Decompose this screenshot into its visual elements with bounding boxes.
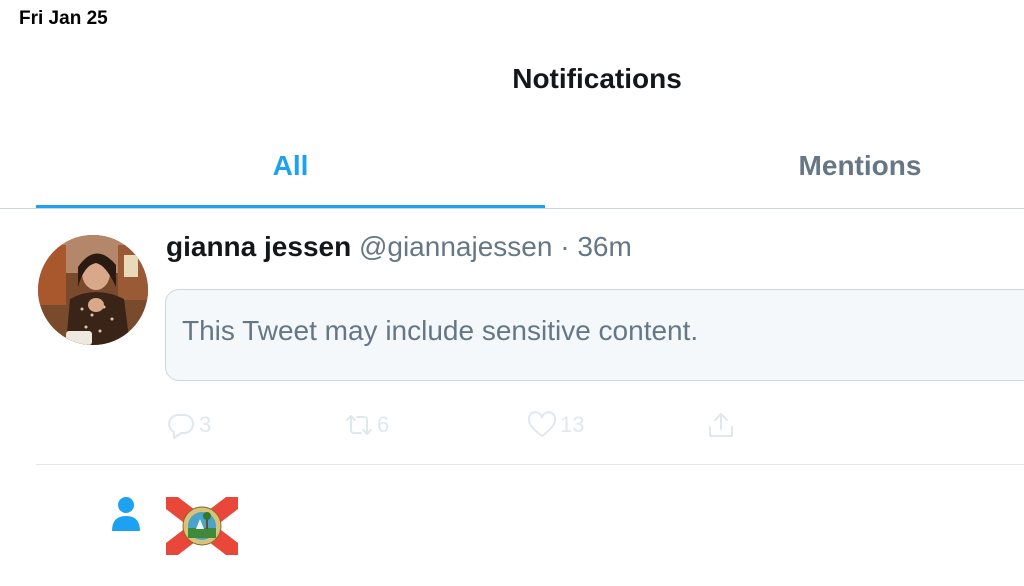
tweet-actions: 3 6 13: [0, 405, 1024, 445]
person-icon: [112, 497, 140, 531]
tweet-header: gianna jessen @giannajessen · 36m: [166, 231, 632, 263]
like-count: 13: [560, 412, 585, 437]
share-button[interactable]: [706, 405, 736, 445]
heart-icon: [527, 411, 557, 437]
avatar[interactable]: [38, 235, 148, 345]
sensitive-content-notice[interactable]: This Tweet may include sensitive content…: [165, 289, 1024, 381]
tweet-notification[interactable]: gianna jessen @giannajessen · 36m This T…: [0, 209, 1024, 465]
florida-flag-seal-avatar[interactable]: [166, 497, 238, 555]
status-bar-date: Fri Jan 25: [19, 8, 108, 29]
retweet-count: 6: [377, 412, 390, 437]
page-title: Notifications: [512, 63, 682, 94]
tab-bar: All Mentions: [36, 140, 1024, 209]
reply-button[interactable]: 3: [166, 405, 211, 445]
share-icon: [709, 413, 733, 437]
like-button[interactable]: 13: [527, 405, 584, 445]
tweet-timestamp: 36m: [577, 231, 632, 262]
retweet-button[interactable]: 6: [344, 405, 389, 445]
tweet-separator: ·: [560, 231, 570, 262]
tab-all[interactable]: All: [36, 140, 545, 209]
tweet-author-name[interactable]: gianna jessen: [166, 231, 351, 262]
tab-all-label: All: [272, 150, 309, 181]
avatar-photo: [38, 235, 148, 345]
follow-notification[interactable]: [0, 465, 1024, 586]
sensitive-content-text: This Tweet may include sensitive content…: [182, 315, 699, 346]
tab-mentions-label: Mentions: [798, 150, 922, 181]
reply-icon: [168, 414, 194, 439]
reply-count: 3: [199, 412, 212, 437]
tab-mentions[interactable]: Mentions: [545, 140, 1024, 209]
tweet-author-handle[interactable]: @giannajessen: [359, 231, 552, 262]
retweet-icon: [346, 415, 372, 435]
